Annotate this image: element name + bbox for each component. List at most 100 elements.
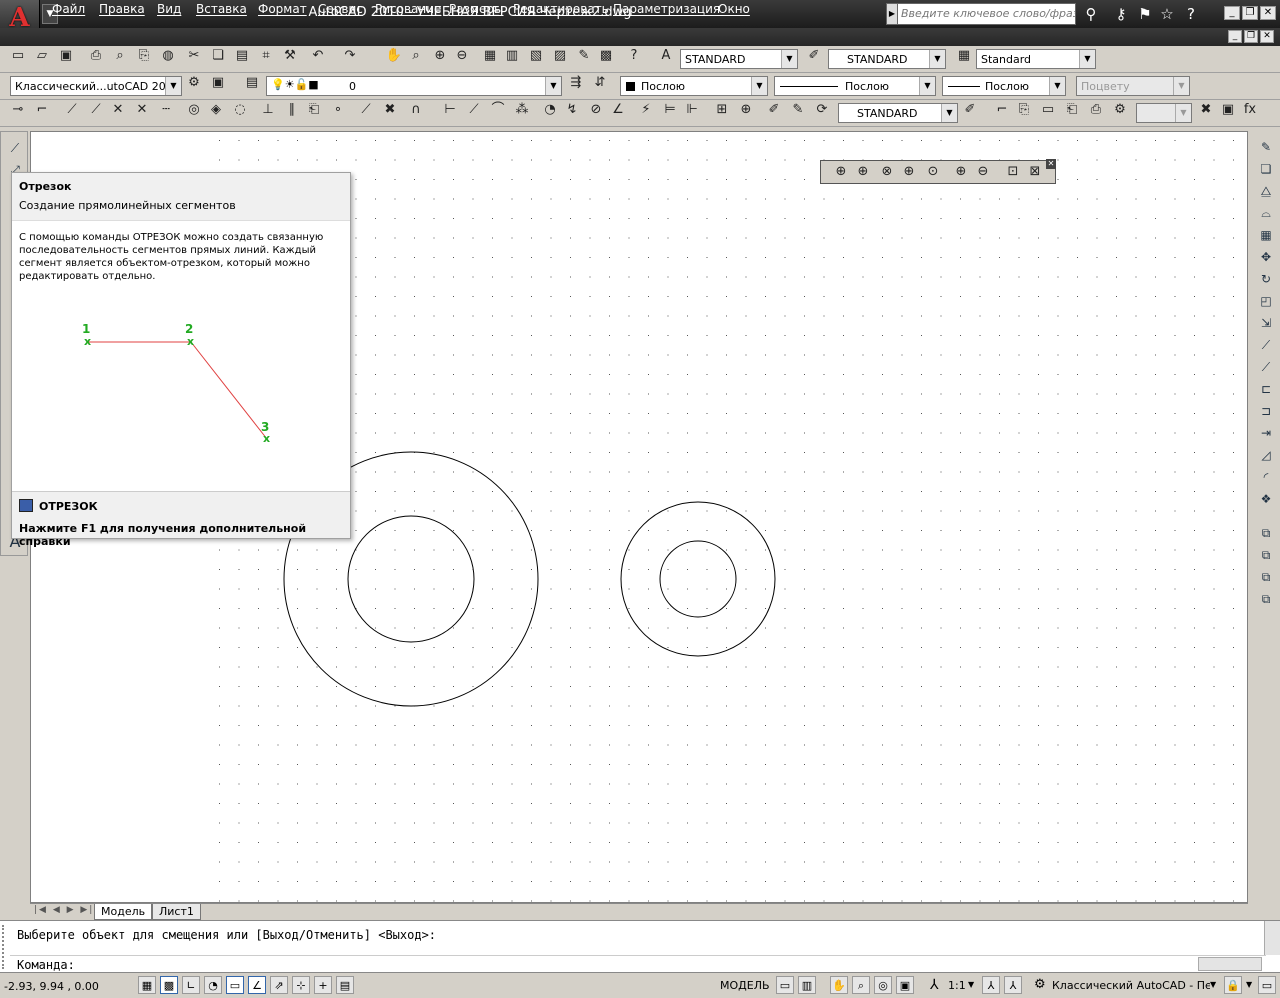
doc-minimize-button[interactable]: _ [1228, 30, 1242, 43]
3d-dwf-icon[interactable]: ◍ [158, 46, 178, 66]
dim-linear-icon[interactable]: ⊢ [440, 100, 460, 120]
zoom-all-icon[interactable]: ⊡ [1003, 162, 1023, 182]
snap-nearest-icon[interactable]: ⟋ [356, 100, 376, 120]
doc-close-button[interactable]: ✕ [1260, 30, 1274, 43]
color-combo[interactable]: Послою ▼ [620, 76, 768, 96]
help-search-input[interactable]: Введите ключевое слово/фразу [886, 3, 1076, 25]
command-prompt-input[interactable]: Команда: [17, 958, 75, 972]
small-outer-circle[interactable] [620, 501, 776, 657]
explode-icon[interactable]: ❖ [1255, 489, 1277, 509]
snap-quadrant-icon[interactable]: ◈ [206, 100, 226, 120]
menu-file[interactable]: Файл [52, 2, 85, 16]
plot-preview-icon[interactable]: ⌕ [110, 46, 130, 66]
auto-scale-icon[interactable]: ⅄ [1004, 976, 1022, 994]
steering-wheel-icon[interactable]: ◎ [874, 976, 892, 994]
erase-icon[interactable]: ✎ [1255, 137, 1277, 157]
zoom-dynamic-icon[interactable]: ⊕ [853, 162, 873, 182]
stretch-icon[interactable]: ⇲ [1255, 313, 1277, 333]
snap-extension-icon[interactable]: ┄ [156, 100, 176, 120]
zoom-toolbar-close-icon[interactable]: ✕ [1046, 159, 1056, 169]
zoom-window-icon[interactable]: ⊕ [430, 46, 450, 66]
menu-dimension[interactable]: Размеры [449, 2, 504, 16]
remove-leader-icon[interactable]: ▭ [1038, 100, 1058, 120]
linetype-combo[interactable]: Послою ▼ [774, 76, 936, 96]
menu-edit[interactable]: Правка [99, 2, 145, 16]
workspace-gear-icon[interactable]: ⚙ [1034, 977, 1046, 992]
snap-node-icon[interactable]: ∘ [328, 100, 348, 120]
tab-layout1[interactable]: Лист1 [152, 904, 201, 920]
copy-object-icon[interactable]: ❏ [1255, 159, 1277, 179]
large-inner-circle[interactable] [347, 515, 475, 643]
annotation-scale[interactable]: 1:1 [948, 979, 966, 992]
favorites-star-icon[interactable]: ☆ [1156, 4, 1178, 24]
collect-leader-icon[interactable]: ⎙ [1086, 100, 1106, 120]
dim-edit-icon[interactable]: ✐ [764, 100, 784, 120]
dim-aligned-icon[interactable]: ⟋ [464, 100, 484, 120]
redo-icon[interactable]: ↷ [340, 46, 360, 66]
search-expand-arrow[interactable]: ▶ [886, 3, 898, 25]
dim-update-icon[interactable]: ⟳ [812, 100, 832, 120]
multileader-icon[interactable]: ⌐ [992, 100, 1012, 120]
polar-tracking-icon[interactable]: ◔ [204, 976, 222, 994]
add-leader-icon[interactable]: ⎘ [1014, 100, 1034, 120]
quick-dim-icon[interactable]: ⚡ [636, 100, 656, 120]
extend-icon[interactable]: ⟋ [1255, 357, 1277, 377]
object-snap-icon[interactable]: ▭ [226, 976, 244, 994]
dim-style-manager-icon[interactable]: ✐ [960, 100, 980, 120]
workspace-combo[interactable]: Классический...utoCAD 2007 ▼ [10, 76, 182, 96]
sheet-set-icon[interactable]: ▨ [550, 46, 570, 66]
small-inner-circle[interactable] [659, 540, 737, 618]
zoom-object-icon[interactable]: ⊙ [923, 162, 943, 182]
pan-status-icon[interactable]: ✋ [830, 976, 848, 994]
copy-icon[interactable]: ❏ [208, 46, 228, 66]
communication-center-icon[interactable]: ⚑ [1134, 4, 1156, 24]
command-hscrollbar[interactable] [1198, 957, 1262, 971]
annotation-visibility-icon[interactable]: ⅄ [982, 976, 1000, 994]
text-style-icon[interactable]: A [656, 46, 676, 66]
block-insert-icon[interactable]: ▣ [1218, 100, 1238, 120]
workspace-settings-icon[interactable]: ⚙ [184, 73, 204, 93]
dim-space-icon[interactable]: ⊞ [712, 100, 732, 120]
dim-angular-icon[interactable]: ∠ [608, 100, 628, 120]
snap-from-icon[interactable]: ⌐ [32, 100, 52, 120]
menu-format[interactable]: Формат [258, 2, 307, 16]
chevron-down-icon[interactable]: ▼ [1210, 980, 1216, 989]
zoom-realtime-icon[interactable]: ⌕ [406, 46, 426, 66]
workspace-switch[interactable]: Классический AutoCAD - Пере [1052, 979, 1210, 992]
clean-screen-icon[interactable]: ▭ [1258, 976, 1276, 994]
menu-parametric[interactable]: Параметризация [613, 2, 720, 16]
dynamic-input-icon[interactable]: ⊹ [292, 976, 310, 994]
help-button-icon[interactable]: ? [624, 46, 644, 66]
lineweight-combo[interactable]: Послою ▼ [942, 76, 1066, 96]
workspace-save-icon[interactable]: ▣ [208, 73, 228, 93]
quick-view-layouts-icon[interactable]: ▭ [776, 976, 794, 994]
fillet-icon[interactable]: ◜ [1255, 467, 1277, 487]
dim-style-icon[interactable]: ✐ [804, 46, 824, 66]
dim-continue-icon[interactable]: ⊩ [682, 100, 702, 120]
zoom-previous-icon[interactable]: ⊖ [452, 46, 472, 66]
close-button[interactable]: ✕ [1260, 6, 1276, 20]
object-snap-tracking-icon[interactable]: ∠ [248, 976, 266, 994]
undo-icon[interactable]: ↶ [308, 46, 328, 66]
block-editor-icon[interactable]: ⚒ [280, 46, 300, 66]
key-icon[interactable]: ⚷ [1110, 4, 1132, 24]
dim-style-combo[interactable]: STANDARD ▼ [828, 49, 946, 69]
chamfer-icon[interactable]: ◿ [1255, 445, 1277, 465]
text-style-combo[interactable]: STANDARD ▼ [680, 49, 798, 69]
paste-icon[interactable]: ▤ [232, 46, 252, 66]
zoom-window-icon[interactable]: ⊕ [831, 162, 851, 182]
minimize-button[interactable]: _ [1224, 6, 1240, 20]
menu-draw[interactable]: Рисование [375, 2, 441, 16]
lineweight-toggle-icon[interactable]: + [314, 976, 332, 994]
command-line-grip[interactable] [2, 925, 10, 969]
dim-style-combo-2[interactable]: STANDARD ▼ [838, 103, 958, 123]
layer-combo[interactable]: 💡☀🔓■ 0 ▼ [266, 76, 562, 96]
coordinates-readout[interactable]: -2.93, 9.94 , 0.00 [4, 980, 99, 993]
tab-model[interactable]: Модель [94, 904, 153, 920]
make-layer-current-icon[interactable]: ⇶ [566, 73, 586, 93]
model-space-toggle[interactable]: МОДЕЛЬ [720, 979, 770, 992]
draworder-under-icon[interactable]: ⧉ [1255, 589, 1277, 609]
menu-view[interactable]: Вид [157, 2, 181, 16]
snap-parallel-icon[interactable]: ∥ [282, 100, 302, 120]
draworder-back-icon[interactable]: ⧉ [1255, 545, 1277, 565]
